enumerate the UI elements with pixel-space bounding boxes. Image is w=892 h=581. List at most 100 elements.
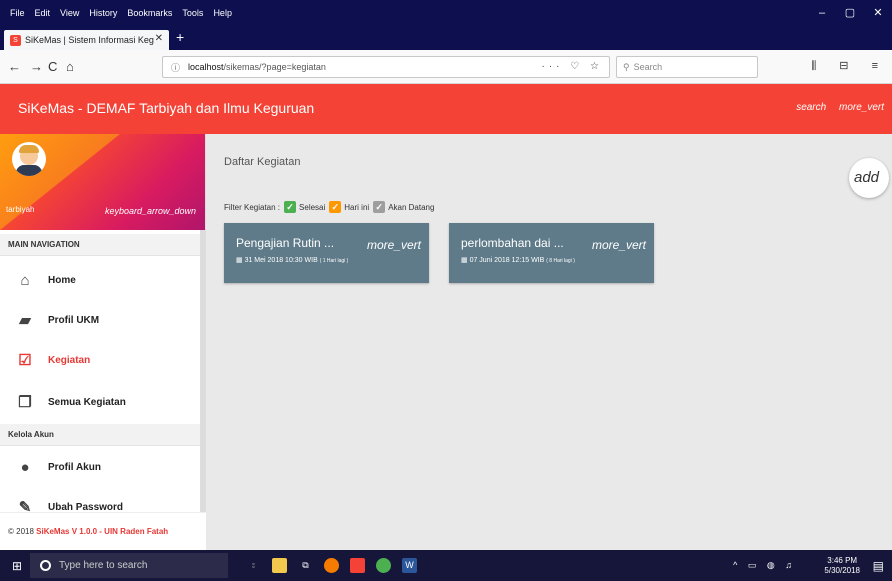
filter-selesai-checkbox[interactable]: ✓: [284, 201, 297, 213]
menu-view[interactable]: View: [55, 8, 84, 18]
event-relative: ( 1 Hari lagi ): [319, 258, 349, 264]
sidebar-item-label: Semua Kegiatan: [48, 396, 126, 408]
close-window-button[interactable]: ✕: [864, 0, 892, 26]
menu-tools[interactable]: Tools: [177, 8, 208, 18]
tab-strip: S SiKeMas | Sistem Informasi Keg ✕ +: [0, 26, 892, 50]
browser-tab[interactable]: S SiKeMas | Sistem Informasi Keg ✕: [4, 30, 169, 50]
filter-akan-datang-checkbox[interactable]: ✓: [373, 201, 386, 213]
footer-brand[interactable]: SiKeMas V 1.0.0 - UIN Raden Fatah: [36, 527, 168, 536]
forward-button[interactable]: →: [30, 59, 43, 74]
filter-row: Filter Kegiatan : ✓ Selesai ✓ Hari ini ✓…: [224, 201, 434, 213]
app-header: SiKeMas - DEMAF Tarbiyah dan Ilmu Keguru…: [0, 84, 892, 134]
event-card[interactable]: perlombahan dai ... more_vert ▦ 07 Juni …: [449, 223, 654, 283]
info-icon[interactable]: ⓘ: [171, 61, 180, 74]
sidebar-item-profil-akun[interactable]: ● Profil Akun: [0, 448, 200, 486]
minimize-button[interactable]: –: [808, 0, 836, 26]
sidebar-item-label: Ubah Password: [48, 501, 124, 513]
system-tray-icons[interactable]: ^ ▭ ◍ ♫: [733, 560, 796, 571]
clock-time: 3:46 PM: [827, 556, 858, 565]
reload-button[interactable]: C: [48, 59, 57, 74]
menu-file[interactable]: File: [0, 8, 30, 18]
copyright-text: © 2018: [8, 527, 37, 536]
main-content: Daftar Kegiatan add Filter Kegiatan : ✓ …: [206, 134, 892, 550]
search-button[interactable]: search: [796, 102, 826, 113]
window-controls: – ▢ ✕: [808, 0, 892, 26]
sidebar-item-label: Profil Akun: [48, 461, 101, 473]
sidebar-item-label: Home: [48, 274, 76, 286]
tab-close-icon[interactable]: ✕: [155, 33, 163, 44]
cortana-icon: [40, 560, 51, 571]
xampp-icon[interactable]: [350, 558, 365, 573]
word-icon[interactable]: W: [402, 558, 417, 573]
menu-history[interactable]: History: [84, 8, 122, 18]
sidebar-item-kegiatan[interactable]: ☑ Kegiatan: [0, 341, 200, 379]
back-button[interactable]: ←: [8, 59, 21, 74]
windows-start-icon[interactable]: ⊞: [12, 559, 22, 573]
notification-icon[interactable]: ▤: [873, 559, 884, 573]
tab-title: SiKeMas | Sistem Informasi Keg: [25, 35, 154, 45]
search-icon: ⚲: [623, 61, 630, 72]
sidebar-item-semua-kegiatan[interactable]: ❐ Semua Kegiatan: [0, 383, 200, 421]
event-meta: ▦ 31 Mei 2018 10:30 WIB ( 1 Hari lagi ): [236, 256, 348, 264]
taskbar-search-placeholder: Type here to search: [59, 560, 148, 571]
url-path: /sikemas/?page=kegiatan: [223, 62, 326, 72]
taskbar-search-input[interactable]: Type here to search: [30, 553, 228, 578]
event-more-button[interactable]: more_vert: [592, 238, 646, 252]
microphone-icon[interactable]: ⦂: [246, 558, 261, 573]
app-title[interactable]: SiKeMas - DEMAF Tarbiyah dan Ilmu Keguru…: [18, 100, 314, 116]
filter-hari-ini-label: Hari ini: [344, 202, 370, 212]
event-date: 07 Juni 2018 12:15 WIB: [469, 257, 545, 264]
event-card[interactable]: Pengajian Rutin ... more_vert ▦ 31 Mei 2…: [224, 223, 429, 283]
system-clock[interactable]: 3:46 PM 5/30/2018: [824, 556, 860, 576]
sidebar-item-label: Kegiatan: [48, 354, 91, 366]
calendar-check-icon: ☑: [18, 352, 32, 369]
calendar-icon: ▦: [461, 257, 468, 264]
windows-taskbar: ⊞ Type here to search ⦂ ⧉ W ^ ▭ ◍ ♫ 3:46…: [0, 550, 892, 581]
page-actions-icon[interactable]: ··· ♡ ☆: [542, 61, 603, 72]
event-title: Pengajian Rutin ...: [236, 236, 335, 250]
file-explorer-icon[interactable]: [272, 558, 287, 573]
event-date: 31 Mei 2018 10:30 WIB: [244, 257, 318, 264]
filter-selesai-label: Selesai: [299, 202, 326, 212]
page-title: Daftar Kegiatan: [224, 156, 301, 168]
header-actions: search more_vert: [786, 102, 884, 113]
menu-edit[interactable]: Edit: [30, 8, 56, 18]
firefox-icon[interactable]: [324, 558, 339, 573]
user-menu-toggle[interactable]: keyboard_arrow_down: [105, 206, 196, 216]
url-bar[interactable]: ⓘ localhost/sikemas/?page=kegiatan ··· ♡…: [162, 56, 610, 78]
sidebar: tarbiyah keyboard_arrow_down MAIN NAVIGA…: [0, 134, 206, 550]
event-relative: ( 8 Hari lagi ): [546, 258, 575, 264]
sidebar-item-label: Profil UKM: [48, 314, 100, 326]
maximize-button[interactable]: ▢: [836, 0, 864, 26]
home-button[interactable]: ⌂: [66, 59, 74, 74]
browser-menubar: File Edit View History Bookmarks Tools H…: [0, 0, 892, 26]
sidebar-item-profil-ukm[interactable]: ▰ Profil UKM: [0, 301, 200, 339]
user-panel: tarbiyah keyboard_arrow_down: [0, 134, 205, 230]
toolbar-icons[interactable]: ⫼ ⊟ ≡: [811, 59, 888, 73]
url-host: localhost: [188, 62, 224, 72]
more-menu-button[interactable]: more_vert: [839, 102, 884, 113]
new-tab-button[interactable]: +: [176, 29, 184, 45]
chrome-icon[interactable]: [376, 558, 391, 573]
store-icon[interactable]: ⧉: [298, 558, 313, 573]
event-more-button[interactable]: more_vert: [367, 238, 421, 252]
browser-navbar: ← → C ⌂ ⓘ localhost/sikemas/?page=kegiat…: [0, 50, 892, 84]
clock-date: 5/30/2018: [824, 566, 860, 575]
search-placeholder: Search: [633, 62, 663, 72]
account-nav-header: Kelola Akun: [0, 424, 200, 446]
add-button[interactable]: add: [849, 158, 889, 198]
filter-hari-ini-checkbox[interactable]: ✓: [329, 201, 342, 213]
library-icon: ❐: [18, 394, 32, 411]
sidebar-scrollbar[interactable]: [200, 230, 205, 540]
book-icon: ▰: [19, 312, 31, 329]
sidebar-footer: © 2018 SiKeMas V 1.0.0 - UIN Raden Fatah: [0, 512, 206, 550]
menu-bookmarks[interactable]: Bookmarks: [122, 8, 177, 18]
event-meta: ▦ 07 Juni 2018 12:15 WIB ( 8 Hari lagi ): [461, 256, 575, 264]
avatar[interactable]: [12, 142, 46, 176]
event-title: perlombahan dai ...: [461, 236, 564, 250]
filter-label: Filter Kegiatan :: [224, 202, 281, 212]
menu-help[interactable]: Help: [208, 8, 237, 18]
filter-akan-datang-label: Akan Datang: [388, 202, 435, 212]
browser-search-input[interactable]: ⚲ Search: [616, 56, 758, 78]
sidebar-item-home[interactable]: ⌂ Home: [0, 261, 200, 299]
